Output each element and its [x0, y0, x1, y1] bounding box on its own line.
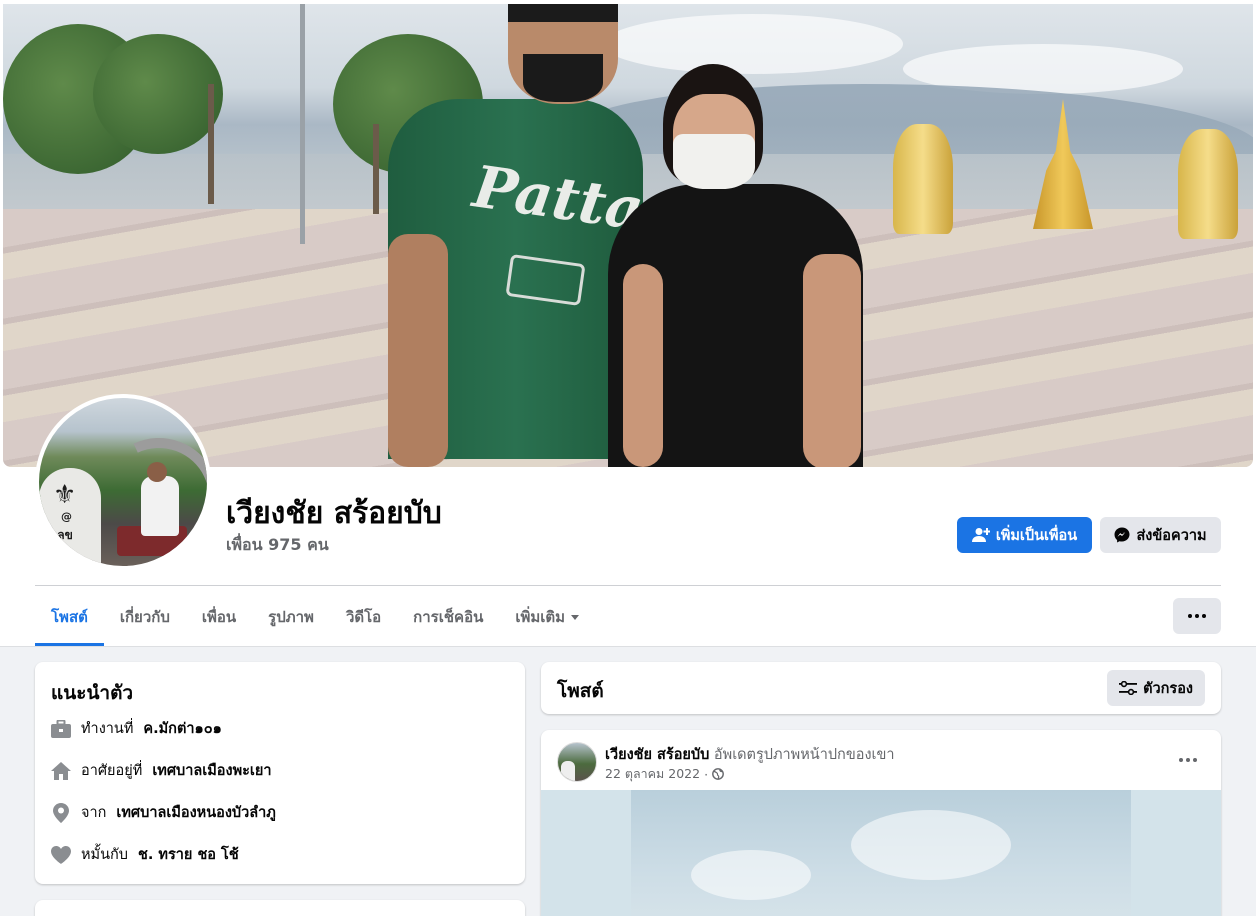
add-friend-label: เพิ่มเป็นเพื่อน [995, 527, 1078, 544]
intro-card: แนะนำตัว ทำงานที่ ค.มักต่า๑๐๑ อาศัยอยู่ท… [35, 662, 525, 884]
message-label: ส่งข้อความ [1136, 527, 1207, 544]
intro-lives-value[interactable]: เทศบาลเมืองพะเยา [152, 759, 271, 782]
intro-from: จาก เทศบาลเมืองหนองบัวลำภู [51, 801, 276, 824]
cover-palm-trunk [208, 84, 214, 204]
profile-name: เวียงชัย สร้อยบับ [226, 496, 442, 531]
intro-from-prefix: จาก [81, 805, 107, 821]
posts-header-card: โพสต์ ตัวกรอง [541, 662, 1221, 714]
posts-title: โพสต์ [557, 680, 604, 702]
post-date[interactable]: 22 ตุลาคม 2022 [605, 764, 700, 784]
profile-tabs: โพสต์ เกี่ยวกับ เพื่อน รูปภาพ วิดีโอ การ… [35, 588, 595, 646]
photos-card [35, 900, 525, 916]
avatar-stone-text: นเลข [45, 528, 73, 542]
tab-photos[interactable]: รูปภาพ [252, 588, 330, 646]
tab-about[interactable]: เกี่ยวกับ [104, 588, 186, 646]
tab-checkins[interactable]: การเช็คอิน [397, 588, 499, 646]
tab-label: การเช็คอิน [413, 608, 484, 626]
location-pin-icon [51, 802, 71, 823]
filter-button[interactable]: ตัวกรอง [1107, 670, 1205, 706]
briefcase-icon [51, 719, 71, 739]
heart-icon [51, 845, 71, 865]
cover-tree-trunk [373, 124, 379, 214]
intro-relationship-value[interactable]: ช. ทราย ชอ โช้ [138, 843, 239, 866]
cover-tree [93, 34, 223, 154]
tab-label: รูปภาพ [268, 608, 314, 626]
avatar-stone-text: @ [61, 510, 72, 523]
cover-naga-statue [893, 124, 953, 234]
more-dots-icon [1186, 758, 1190, 762]
globe-icon [712, 768, 724, 780]
message-button[interactable]: ส่งข้อความ [1100, 517, 1221, 553]
post-author-avatar[interactable] [557, 742, 597, 782]
filter-label: ตัวกรอง [1143, 680, 1193, 697]
garuda-emblem-icon: ⚜ [53, 480, 77, 510]
cover-lamp-pole [300, 4, 305, 244]
header-divider [35, 585, 1221, 586]
post-meta: 22 ตุลาคม 2022 · [605, 764, 724, 784]
intro-work: ทำงานที่ ค.มักต่า๑๐๑ [51, 717, 222, 740]
intro-lives-prefix: อาศัยอยู่ที่ [81, 763, 143, 779]
user-plus-icon [971, 528, 990, 542]
tab-videos[interactable]: วิดีโอ [330, 588, 397, 646]
intro-work-prefix: ทำงานที่ [81, 721, 134, 737]
friends-count[interactable]: เพื่อน 975 คน [226, 533, 329, 558]
more-options-button[interactable] [1173, 598, 1221, 634]
post-card: เวียงชัย สร้อยบับ อัพเดตรูปภาพหน้าปกของเ… [541, 730, 1221, 916]
post-meta-separator: · [704, 766, 709, 782]
tab-posts[interactable]: โพสต์ [35, 588, 104, 646]
intro-relationship-prefix: หมั้นกับ [81, 847, 129, 863]
cover-naga-statue [1178, 129, 1238, 239]
intro-relationship: หมั้นกับ ช. ทราย ชอ โช้ [51, 843, 239, 866]
post-image[interactable] [541, 790, 1221, 916]
post-header-text: เวียงชัย สร้อยบับ อัพเดตรูปภาพหน้าปกของเ… [605, 743, 895, 766]
tab-friends[interactable]: เพื่อน [186, 588, 252, 646]
more-dots-icon [1202, 614, 1206, 618]
sliders-icon [1119, 681, 1138, 695]
post-author-name[interactable]: เวียงชัย สร้อยบับ [605, 747, 709, 763]
home-icon [51, 761, 71, 781]
intro-lives: อาศัยอยู่ที่ เทศบาลเมืองพะเยา [51, 759, 272, 782]
more-dots-icon [1179, 758, 1183, 762]
intro-work-value[interactable]: ค.มักต่า๑๐๑ [143, 717, 221, 740]
more-dots-icon [1188, 614, 1192, 618]
cover-photo[interactable]: Patta [3, 4, 1253, 467]
post-more-button[interactable] [1171, 750, 1205, 770]
more-dots-icon [1195, 614, 1199, 618]
tab-label: เพิ่มเติม [515, 608, 566, 626]
messenger-icon [1114, 527, 1130, 543]
cover-man: Patta [388, 4, 648, 467]
post-action-text: อัพเดตรูปภาพหน้าปกของเขา [713, 747, 895, 763]
more-dots-icon [1193, 758, 1197, 762]
tab-label: วิดีโอ [345, 608, 382, 626]
tab-more[interactable]: เพิ่มเติม [499, 588, 595, 646]
cover-woman [608, 64, 868, 467]
tab-label: เกี่ยวกับ [119, 608, 170, 626]
tab-label: เพื่อน [201, 608, 237, 626]
profile-avatar[interactable]: ⚜ @ นเลข [35, 394, 211, 570]
intro-title: แนะนำตัว [51, 682, 134, 704]
intro-from-value[interactable]: เทศบาลเมืองหนองบัวลำภู [116, 801, 275, 824]
add-friend-button[interactable]: เพิ่มเป็นเพื่อน [957, 517, 1092, 553]
tab-label: โพสต์ [51, 608, 88, 626]
caret-down-icon [571, 614, 580, 620]
